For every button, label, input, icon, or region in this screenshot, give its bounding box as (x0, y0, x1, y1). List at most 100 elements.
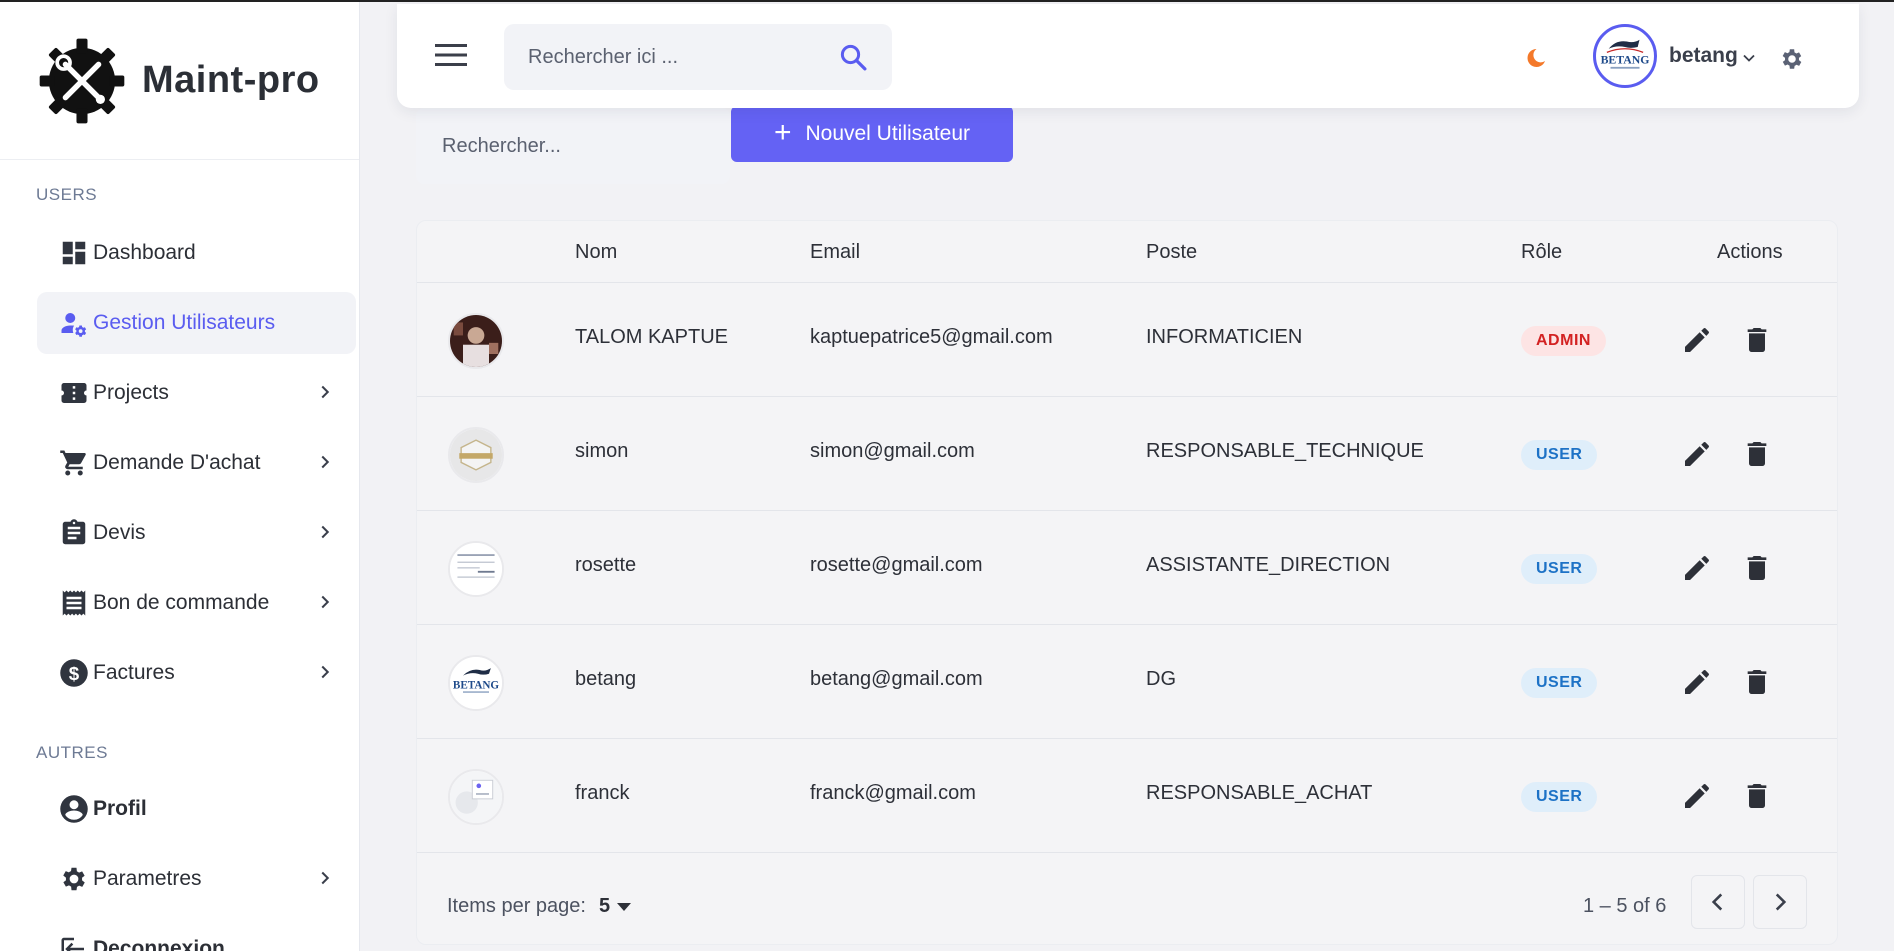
delete-trash-icon[interactable] (1741, 552, 1773, 584)
dashboard-icon (59, 238, 89, 268)
settings-gear-icon[interactable] (1779, 46, 1805, 72)
sidebar-item-gestion-utilisateurs[interactable]: Gestion Utilisateurs (37, 292, 356, 354)
chevron-right-icon (321, 665, 330, 679)
chevron-right-icon (321, 871, 330, 885)
role-badge: ADMIN (1521, 326, 1606, 356)
items-per-page-label: Items per page: (447, 895, 586, 917)
clipboard-icon (59, 518, 89, 548)
row-avatar: BETANG (448, 655, 504, 711)
plus-icon: + (773, 115, 792, 149)
role-badge: USER (1521, 554, 1598, 584)
brand[interactable]: Maint-pro (0, 2, 359, 160)
receipt-icon (59, 588, 89, 618)
svg-text:BETANG: BETANG (1601, 53, 1650, 66)
edit-pencil-icon[interactable] (1681, 438, 1713, 470)
previous-page-button[interactable] (1691, 875, 1745, 929)
sidebar-item-devis[interactable]: Devis (37, 502, 356, 564)
section-label-users: USERS (36, 185, 98, 204)
edit-pencil-icon[interactable] (1681, 780, 1713, 812)
table-row: BETANG betang betang@gmail.com DG USER (417, 625, 1837, 739)
cell-name: betang (575, 668, 637, 690)
column-header-poste[interactable]: Poste (1146, 241, 1197, 264)
sidebar-item-label: Devis (93, 521, 146, 544)
cell-email: simon@gmail.com (810, 440, 975, 462)
sidebar-item-label: Profil (93, 797, 147, 820)
column-header-nom[interactable]: Nom (575, 241, 617, 264)
sidebar-item-label: Factures (93, 661, 175, 684)
avatar-document-icon (450, 543, 502, 595)
sidebar-item-label: Parametres (93, 867, 202, 890)
dollar-icon: $ (59, 658, 89, 688)
delete-trash-icon[interactable] (1741, 438, 1773, 470)
chevron-right-icon (321, 525, 330, 539)
role-badge: USER (1521, 668, 1598, 698)
sidebar: Maint-pro USERS Dashboard Gestion Utilis… (0, 2, 360, 951)
cell-email: rosette@gmail.com (810, 554, 983, 576)
chevron-right-icon (1775, 893, 1787, 911)
cell-name: rosette (575, 554, 637, 576)
sidebar-item-parametres[interactable]: Parametres (37, 848, 356, 910)
avatar-betang-logo-icon: BETANG (450, 657, 502, 709)
user-avatar[interactable]: BETANG (1593, 24, 1657, 88)
avatar-screenshot-icon (450, 771, 502, 823)
brand-name: Maint-pro (142, 59, 320, 101)
account-circle-icon (59, 794, 89, 824)
next-page-button[interactable] (1753, 875, 1807, 929)
table-row: TALOM KAPTUE kaptuepatrice5@gmail.com IN… (417, 283, 1837, 397)
chevron-right-icon (321, 595, 330, 609)
delete-trash-icon[interactable] (1741, 324, 1773, 356)
sidebar-item-factures[interactable]: $ Factures (37, 642, 356, 704)
delete-trash-icon[interactable] (1741, 666, 1773, 698)
user-name[interactable]: betang (1669, 44, 1738, 68)
cell-email: kaptuepatrice5@gmail.com (810, 326, 1053, 348)
edit-pencil-icon[interactable] (1681, 324, 1713, 356)
new-user-button[interactable]: + Nouvel Utilisateur (731, 106, 1013, 162)
edit-pencil-icon[interactable] (1681, 552, 1713, 584)
column-header-email[interactable]: Email (810, 241, 860, 264)
menu-icon[interactable] (435, 42, 467, 68)
chevron-left-icon (1711, 893, 1723, 911)
cart-icon (59, 448, 89, 478)
caret-down-icon (617, 902, 632, 911)
cell-email: betang@gmail.com (810, 668, 983, 690)
dark-mode-moon-icon[interactable] (1524, 46, 1548, 70)
logout-icon (59, 934, 89, 951)
paginator: Items per page: 5 1 – 5 of 6 (417, 855, 1837, 945)
cell-poste: DG (1146, 668, 1176, 690)
cell-poste: ASSISTANTE_DIRECTION (1146, 554, 1391, 576)
cell-name: simon (575, 440, 629, 462)
chevron-down-icon[interactable] (1742, 51, 1756, 65)
edit-pencil-icon[interactable] (1681, 666, 1713, 698)
chevron-right-icon (321, 385, 330, 399)
global-search-input[interactable] (528, 24, 828, 90)
maint-pro-gear-logo-icon (39, 38, 125, 123)
global-search (504, 24, 892, 90)
sidebar-item-label: Gestion Utilisateurs (93, 311, 276, 334)
sidebar-item-bon-de-commande[interactable]: Bon de commande (37, 572, 356, 634)
new-user-button-label: Nouvel Utilisateur (805, 122, 971, 145)
ticket-icon (59, 378, 89, 408)
sidebar-item-demande-achat[interactable]: Demande D'achat (37, 432, 356, 494)
sidebar-item-dashboard[interactable]: Dashboard (37, 222, 356, 284)
column-header-actions: Actions (1717, 241, 1783, 263)
chevron-right-icon (321, 455, 330, 469)
items-per-page-select[interactable]: 5 (599, 895, 632, 918)
row-avatar (448, 427, 504, 483)
row-avatar (448, 313, 504, 369)
column-header-role[interactable]: Rôle (1521, 241, 1562, 264)
sidebar-item-deconnexion[interactable]: Deconnexion (37, 918, 356, 951)
sidebar-item-profil[interactable]: Profil (37, 778, 356, 840)
items-per-page-value: 5 (599, 895, 611, 917)
sidebar-item-projects[interactable]: Projects (37, 362, 356, 424)
delete-trash-icon[interactable] (1741, 780, 1773, 812)
cell-poste: RESPONSABLE_TECHNIQUE (1146, 440, 1424, 462)
sidebar-item-label: Bon de commande (93, 591, 270, 614)
search-icon[interactable] (838, 42, 868, 72)
manage-users-icon (59, 308, 89, 338)
sidebar-item-label: Demande D'achat (93, 451, 261, 474)
user-filter-input[interactable] (416, 108, 730, 184)
role-badge: USER (1521, 782, 1598, 812)
sidebar-item-label: Deconnexion (93, 937, 225, 951)
cell-poste: INFORMATICIEN (1146, 326, 1303, 348)
cell-email: franck@gmail.com (810, 782, 976, 804)
